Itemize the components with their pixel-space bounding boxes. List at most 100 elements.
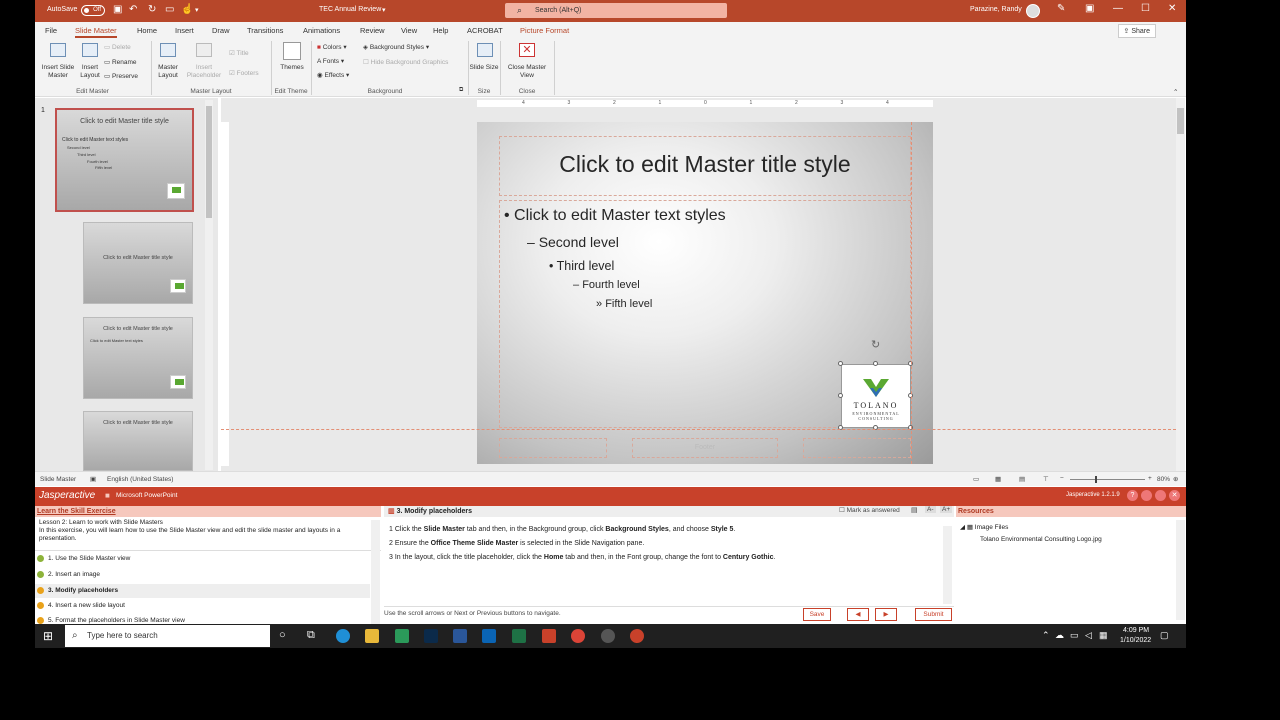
maximize-icon[interactable]: ☐ bbox=[1141, 3, 1150, 14]
start-slideshow-icon[interactable]: ▭ bbox=[165, 4, 174, 15]
store-icon[interactable] bbox=[395, 629, 409, 643]
title-checkbox[interactable]: ☑ Title bbox=[229, 49, 249, 57]
jasperactive-icon[interactable] bbox=[630, 629, 644, 643]
tab-acrobat[interactable]: ACROBAT bbox=[467, 26, 503, 35]
task-view-icon[interactable]: ⧉ bbox=[307, 629, 315, 642]
level-1-text[interactable]: • Click to edit Master text styles bbox=[504, 207, 726, 225]
close-panel-icon[interactable]: ✕ bbox=[1169, 490, 1180, 501]
font-increase-button[interactable]: A+ bbox=[940, 506, 953, 513]
minimize-icon[interactable]: — bbox=[1113, 3, 1123, 14]
touch-mode-icon[interactable]: ☝ bbox=[181, 4, 193, 15]
zoom-out-icon[interactable]: − bbox=[1060, 475, 1064, 482]
tab-home[interactable]: Home bbox=[137, 26, 157, 35]
help-icon[interactable]: ? bbox=[1127, 490, 1138, 501]
resize-handle[interactable] bbox=[838, 361, 843, 366]
rotate-handle-icon[interactable]: ↻ bbox=[871, 338, 880, 351]
image-files-folder[interactable]: ◢ ▦ Image Files bbox=[960, 523, 1008, 531]
tab-file[interactable]: File bbox=[45, 26, 57, 35]
footers-checkbox[interactable]: ☑ Footers bbox=[229, 69, 259, 77]
notification-icon[interactable]: ▢ bbox=[1160, 630, 1169, 641]
title-dropdown-icon[interactable]: ▾ bbox=[382, 6, 386, 14]
delete-button[interactable]: ▭ Delete bbox=[104, 43, 131, 51]
taskbar-search[interactable]: ⌕ Type here to search bbox=[65, 625, 270, 647]
collapse-ribbon-icon[interactable]: ⌃ bbox=[1173, 88, 1178, 96]
avatar[interactable] bbox=[1026, 4, 1040, 18]
network-icon[interactable]: ▭ bbox=[1070, 630, 1079, 641]
slide-scrollbar[interactable] bbox=[1176, 98, 1185, 471]
master-layout-button[interactable]: Master Layout bbox=[153, 64, 183, 80]
keyboard-icon[interactable]: ▦ bbox=[1099, 630, 1108, 641]
level-5-text[interactable]: » Fifth level bbox=[596, 298, 652, 310]
minimize-panel-icon[interactable] bbox=[1155, 490, 1166, 501]
reading-view-icon[interactable]: ▤ bbox=[1019, 475, 1025, 483]
step-item[interactable]: 4. Insert a new slide layout bbox=[37, 602, 125, 609]
footer-placeholder[interactable]: Footer bbox=[632, 438, 778, 458]
save-button[interactable]: Save bbox=[803, 608, 831, 621]
submit-button[interactable]: Submit bbox=[915, 608, 952, 621]
document-title[interactable]: TEC Annual Review bbox=[319, 6, 381, 13]
powerpoint-icon[interactable] bbox=[542, 629, 556, 643]
slideshow-icon[interactable]: ⊤ bbox=[1043, 475, 1049, 483]
tab-transitions[interactable]: Transitions bbox=[247, 26, 283, 35]
zoom-slider[interactable] bbox=[1070, 479, 1145, 480]
resources-scrollbar[interactable] bbox=[1176, 520, 1185, 620]
close-icon[interactable]: ✕ bbox=[1168, 3, 1176, 14]
share-button[interactable]: ⇪ Share bbox=[1117, 24, 1156, 38]
slide-master-canvas[interactable]: Click to edit Master title style • Click… bbox=[477, 122, 933, 464]
master-thumbnail[interactable]: Click to edit Master title style Click t… bbox=[55, 108, 194, 212]
close-master-view-button[interactable]: Close Master View bbox=[503, 64, 551, 80]
effects-button[interactable]: ◉ Effects ▾ bbox=[317, 71, 349, 79]
excel-icon[interactable] bbox=[512, 629, 526, 643]
layout-thumbnail[interactable]: Click to edit Master title style Click t… bbox=[83, 317, 193, 399]
step-item[interactable]: 1. Use the Slide Master view bbox=[37, 555, 130, 562]
undo-icon[interactable]: ↶ bbox=[129, 4, 137, 15]
step-item[interactable]: 2. Insert an image bbox=[37, 571, 100, 578]
slide-title[interactable]: Click to edit Master title style bbox=[477, 151, 933, 178]
tray-chevron-icon[interactable]: ⌃ bbox=[1042, 630, 1050, 641]
themes-button[interactable]: Themes bbox=[275, 64, 309, 72]
layout-thumbnail[interactable]: Click to edit Master title style bbox=[83, 411, 193, 471]
windows-start-icon[interactable]: ⊞ bbox=[43, 629, 53, 643]
ribbon-display-icon[interactable]: ▣ bbox=[1085, 3, 1094, 14]
clock-app-icon[interactable] bbox=[601, 629, 615, 643]
scrollbar-thumb[interactable] bbox=[1177, 108, 1184, 134]
redo-icon[interactable]: ↻ bbox=[148, 4, 156, 15]
file-explorer-icon[interactable] bbox=[365, 629, 379, 643]
preserve-button[interactable]: ▭ Preserve bbox=[104, 72, 138, 80]
tolano-logo-image[interactable]: TOLANO ENVIRONMENTAL CONSULTING bbox=[841, 364, 911, 428]
chrome-icon[interactable] bbox=[571, 629, 585, 643]
window-icon[interactable] bbox=[1141, 490, 1152, 501]
zoom-level[interactable]: 80% bbox=[1157, 476, 1170, 483]
insert-slide-master-button[interactable]: Insert Slide Master bbox=[39, 64, 77, 80]
search-box[interactable]: ⌕ Search (Alt+Q) bbox=[505, 3, 727, 18]
tab-review[interactable]: Review bbox=[360, 26, 385, 35]
cortana-icon[interactable]: ○ bbox=[279, 629, 286, 641]
tab-draw[interactable]: Draw bbox=[212, 26, 230, 35]
colors-button[interactable]: ■ Colors ▾ bbox=[317, 43, 347, 51]
scrollbar-thumb[interactable] bbox=[206, 106, 212, 218]
onedrive-icon[interactable]: ☁ bbox=[1055, 630, 1064, 641]
rename-button[interactable]: ▭ Rename bbox=[104, 58, 137, 66]
step-item[interactable]: 3. Modify placeholders bbox=[37, 587, 118, 594]
date-placeholder[interactable] bbox=[499, 438, 607, 458]
normal-view-icon[interactable]: ▭ bbox=[973, 475, 979, 483]
hide-background-graphics-checkbox[interactable]: ☐ Hide Background Graphics bbox=[363, 58, 448, 66]
volume-icon[interactable]: ◁ bbox=[1085, 630, 1092, 641]
level-4-text[interactable]: – Fourth level bbox=[573, 279, 640, 291]
accessibility-icon[interactable]: ▣ bbox=[90, 475, 96, 483]
tab-animations[interactable]: Animations bbox=[303, 26, 340, 35]
user-name[interactable]: Parazine, Randy bbox=[970, 6, 1022, 13]
tab-help[interactable]: Help bbox=[433, 26, 448, 35]
level-2-text[interactable]: – Second level bbox=[527, 234, 619, 250]
mark-answered-checkbox[interactable]: ☐ Mark as answered bbox=[839, 506, 900, 516]
insert-layout-button[interactable]: Insert Layout bbox=[77, 64, 103, 80]
tab-picture-format[interactable]: Picture Format bbox=[520, 26, 569, 35]
edge-icon[interactable] bbox=[336, 629, 350, 643]
taskbar-time[interactable]: 4:09 PM bbox=[1123, 627, 1149, 634]
autosave-toggle[interactable]: Off bbox=[81, 5, 105, 16]
slide-size-button[interactable]: Slide Size bbox=[469, 64, 499, 72]
thumbnail-scrollbar[interactable] bbox=[205, 100, 213, 470]
save-icon[interactable]: ▣ bbox=[113, 4, 122, 15]
background-styles-button[interactable]: ◈ Background Styles ▾ bbox=[363, 43, 429, 51]
resize-handle[interactable] bbox=[838, 393, 843, 398]
